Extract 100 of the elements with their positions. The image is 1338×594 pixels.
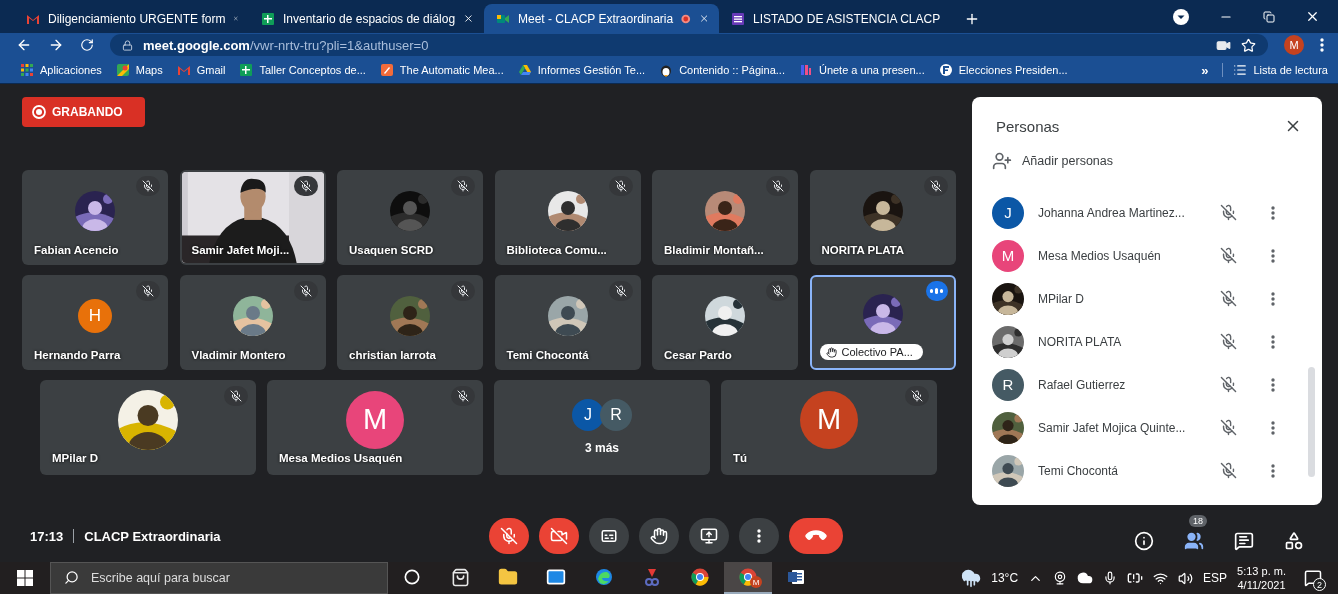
participant-tile[interactable]: Vladimir Montero <box>179 275 326 370</box>
more-icon[interactable] <box>1271 420 1275 435</box>
bookmark[interactable]: Elecciones Presiden... <box>938 63 1068 77</box>
close-icon[interactable] <box>1305 9 1320 24</box>
bookmark[interactable]: Taller Conceptos de... <box>239 63 366 77</box>
browser-tab[interactable]: LISTADO DE ASISTENCIA CLACP <box>719 4 954 33</box>
present-button[interactable] <box>689 518 729 554</box>
lock-icon <box>122 39 133 51</box>
bookmark[interactable]: Únete a una presen... <box>798 63 925 77</box>
participant-tile[interactable]: MPilar D <box>40 380 256 475</box>
participant-tile[interactable]: Colectivo PA... <box>809 275 956 370</box>
address-bar[interactable]: meet.google.com/vwr-nrtv-tru?pli=1&authuser=0 <box>110 34 1268 56</box>
tab-search-icon[interactable] <box>1173 8 1189 25</box>
participant-tile[interactable]: J R 3 más <box>494 380 710 475</box>
more-icon[interactable] <box>1271 334 1275 349</box>
captions-button[interactable] <box>589 518 629 554</box>
back-icon[interactable] <box>16 37 32 53</box>
restore-icon[interactable] <box>1263 10 1275 23</box>
volume-icon[interactable] <box>1178 570 1194 586</box>
participant-name: Hernando Parra <box>34 348 121 362</box>
webcam-icon[interactable] <box>1053 571 1068 585</box>
bookmarks-overflow[interactable]: » <box>1201 62 1209 78</box>
profile-avatar[interactable]: M <box>1284 35 1304 55</box>
mic-icon[interactable] <box>1103 571 1118 585</box>
wifi-icon[interactable] <box>1153 570 1169 586</box>
mic-off-icon <box>299 180 312 192</box>
browser-tab[interactable]: Inventario de espacios de diálog <box>249 4 484 33</box>
more-icon[interactable] <box>1271 205 1275 220</box>
cloud-icon[interactable] <box>1077 570 1094 586</box>
participant-name: Cesar Pardo <box>664 348 732 362</box>
menu-icon[interactable] <box>1320 38 1324 52</box>
language-indicator[interactable]: ESP <box>1203 571 1228 585</box>
participant-tile[interactable]: Usaquen SCRD <box>337 170 483 265</box>
scrollbar-thumb[interactable] <box>1308 367 1315 477</box>
spreadsheet-icon <box>239 63 254 77</box>
bookmark[interactable]: Gmail <box>176 63 226 77</box>
bookmark[interactable]: Maps <box>115 63 163 77</box>
bookmark[interactable]: Informes Gestión Te... <box>517 63 646 77</box>
bookmark[interactable]: Aplicaciones <box>20 63 102 77</box>
clock[interactable]: 5:13 p. m. 4/11/2021 <box>1237 564 1286 592</box>
more-icon[interactable] <box>1271 463 1275 478</box>
browser-tab[interactable]: Meet - CLACP Extraordinaria <box>484 4 719 33</box>
mic-off-icon <box>457 180 469 192</box>
end-call-button[interactable] <box>789 518 843 554</box>
avatar: J <box>992 196 1024 229</box>
url-path: /vwr-nrtv-tru?pli=1&authuser=0 <box>249 37 429 53</box>
chat-icon <box>1234 531 1254 551</box>
mic-button[interactable] <box>489 518 529 554</box>
chrome-icon <box>690 567 710 587</box>
participant-tile[interactable]: christian larrota <box>337 275 483 370</box>
people-icon <box>1184 531 1204 551</box>
bookmark[interactable]: The Automatic Mea... <box>379 63 504 77</box>
mic-off-icon <box>457 390 469 402</box>
mic-off-icon <box>614 180 627 192</box>
participant-tile[interactable]: Bladimir Montañ... <box>652 170 798 265</box>
recording-label: GRABANDO <box>52 105 123 119</box>
bookmark[interactable]: Contenido :: Página... <box>659 63 785 77</box>
temperature: 13°C <box>991 571 1019 585</box>
count-badge: 18 <box>1189 515 1207 527</box>
camera-button[interactable] <box>539 518 579 554</box>
participant-tile[interactable]: M Mesa Medios Usaquén <box>267 380 483 475</box>
participant-tile[interactable]: Fabian Acencio <box>22 170 168 265</box>
forward-icon[interactable] <box>48 37 64 53</box>
more-participants-label: 3 más <box>585 440 619 455</box>
search-field[interactable]: Escribe aquí para buscar <box>50 562 388 594</box>
participant-tile[interactable]: M Tú <box>721 380 937 475</box>
close-icon[interactable] <box>463 12 474 25</box>
avatar: M <box>992 239 1024 272</box>
weather-icon[interactable] <box>961 568 982 588</box>
participant-tile[interactable]: Temi Chocontá <box>494 275 641 370</box>
participant-tile[interactable]: Biblioteca Comu... <box>494 170 641 265</box>
map-icon <box>115 63 130 77</box>
participant-tile[interactable]: Cesar Pardo <box>652 275 798 370</box>
more-icon[interactable] <box>1271 291 1275 306</box>
raise-hand-button[interactable] <box>639 518 679 554</box>
browser-tab[interactable]: Diligenciamiento URGENTE form <box>14 4 249 33</box>
participant-name: Temi Chocontá <box>506 348 589 362</box>
participant-tile[interactable]: Samir Jafet Moji... <box>179 170 326 265</box>
captions-icon <box>600 527 618 545</box>
battery-icon[interactable] <box>1127 570 1144 586</box>
swirl-icon <box>594 567 614 587</box>
more-icon[interactable] <box>1271 248 1275 263</box>
participant-tile[interactable]: NORITA PLATA <box>809 170 956 265</box>
participant-name: christian larrota <box>349 348 436 362</box>
participant-tile[interactable]: H Hernando Parra <box>22 275 168 370</box>
participant-name: Samir Jafet Moji... <box>191 243 290 257</box>
list-icon <box>731 11 745 26</box>
add-people-button[interactable]: Añadir personas <box>992 145 1322 177</box>
reload-icon[interactable] <box>80 38 94 52</box>
participant-name: MPilar D <box>52 451 98 465</box>
more-icon[interactable] <box>1271 377 1275 392</box>
reading-list[interactable]: Lista de lectura <box>1222 63 1328 77</box>
participant-name: NORITA PLATA <box>821 243 905 257</box>
mic-off-icon <box>457 285 469 297</box>
mic-off-icon <box>142 285 154 297</box>
taskbar-app[interactable]: M <box>724 562 772 594</box>
bookmark-star-icon[interactable] <box>1241 37 1256 53</box>
hand-icon <box>825 346 837 358</box>
people-button[interactable]: 18 <box>1180 515 1208 557</box>
more-options-button[interactable] <box>739 518 779 554</box>
